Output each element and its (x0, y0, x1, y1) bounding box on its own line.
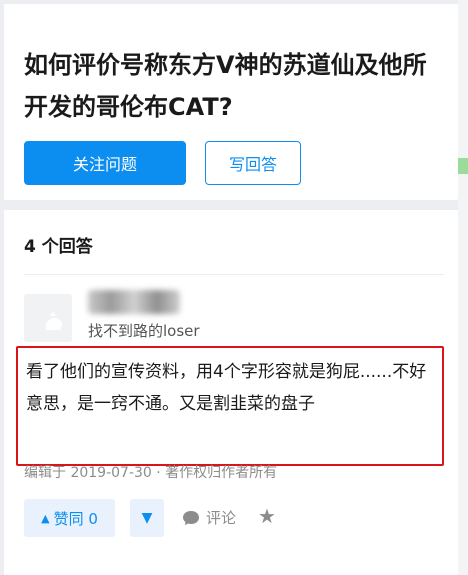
follow-question-button[interactable]: 关注问题 (24, 141, 186, 185)
write-answer-button[interactable]: 写回答 (205, 141, 301, 185)
triangle-up-icon: ▲ (41, 511, 50, 525)
answer-content-highlighted: 看了他们的宣传资料，用4个字形容就是狗屁......不好意思，是一窍不通。又是割… (16, 346, 444, 466)
answer-count: 4 个回答 (24, 237, 93, 257)
avatar[interactable] (24, 294, 72, 342)
author-name-blurred[interactable] (88, 290, 180, 314)
question-title: 如何评价号称东方V神的苏道仙及他所开发的哥伦布CAT? (24, 51, 427, 121)
author-bio: 找不到路的loser (88, 322, 200, 340)
upvote-button[interactable]: ▲ 赞同 0 (24, 499, 115, 537)
comment-bubble-icon (183, 510, 199, 525)
default-avatar-icon (24, 294, 72, 342)
triangle-down-icon: ▼ (141, 510, 153, 526)
answers-card: 4 个回答 找不到路的loser 看了他们的宣传资料，用4个字形容就是狗屁...… (4, 210, 458, 575)
answer-edit-meta: 编辑于 2019-07-30 · 著作权归作者所有 (24, 465, 278, 481)
question-card: 如何评价号称东方V神的苏道仙及他所开发的哥伦布CAT? 关注问题 写回答 (4, 4, 458, 200)
comment-label: 评论 (206, 509, 237, 527)
comment-button[interactable]: 评论 (182, 507, 236, 528)
divider (24, 274, 444, 275)
right-edge-strip (458, 0, 468, 575)
star-icon[interactable]: ★ (258, 504, 276, 528)
upvote-label: 赞同 0 (53, 509, 98, 528)
right-edge-green-marker (458, 158, 468, 174)
downvote-button[interactable]: ▼ (130, 499, 164, 537)
